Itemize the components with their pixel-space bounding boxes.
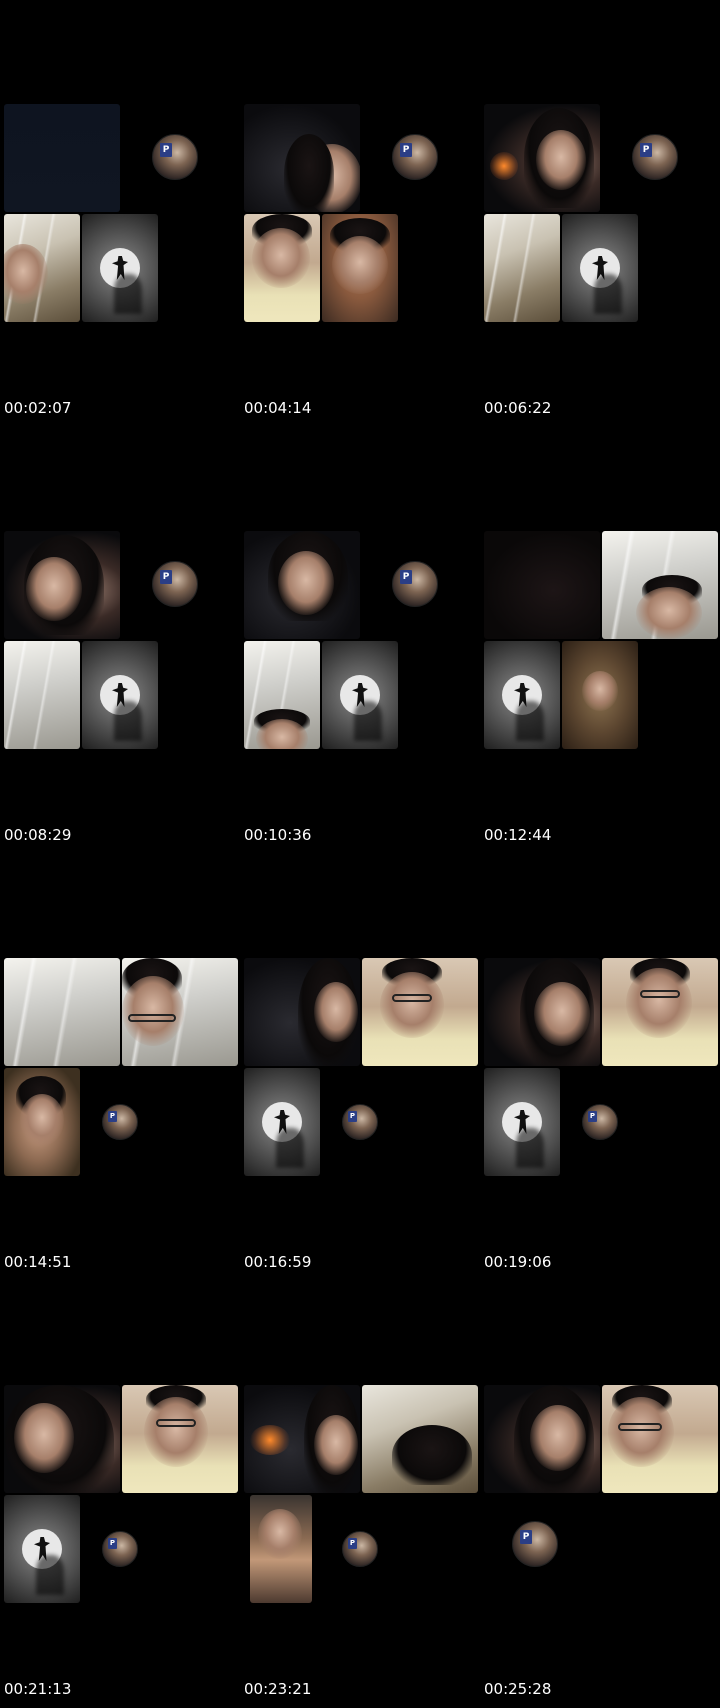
video-tile	[4, 1068, 80, 1176]
video-tile	[244, 214, 320, 322]
profile-avatar-icon: P	[342, 1531, 378, 1567]
video-tile	[4, 1495, 80, 1603]
profile-avatar-icon: P	[632, 134, 678, 180]
video-tile	[4, 214, 80, 322]
video-tile	[562, 641, 638, 749]
profile-avatar-icon: P	[392, 561, 438, 607]
video-tile	[484, 1068, 560, 1176]
contact-sheet-frame: P 00:21:13	[0, 1281, 240, 1708]
profile-avatar-icon: P	[152, 134, 198, 180]
video-tile	[82, 641, 158, 749]
video-tile	[562, 214, 638, 322]
video-tile	[4, 104, 120, 212]
timestamp: 00:25:28	[484, 1680, 552, 1698]
video-tile	[484, 641, 560, 749]
video-tile	[4, 958, 120, 1066]
silhouette-avatar-icon	[22, 1529, 62, 1569]
video-tile	[602, 1385, 718, 1493]
timestamp: 00:16:59	[244, 1253, 312, 1271]
video-tile	[484, 1385, 600, 1493]
timestamp: 00:21:13	[4, 1680, 72, 1698]
profile-avatar-icon: P	[152, 561, 198, 607]
silhouette-avatar-icon	[502, 1102, 542, 1142]
silhouette-avatar-icon	[502, 675, 542, 715]
contact-sheet-frame: P 00:06:22	[480, 0, 720, 427]
video-tile	[4, 531, 120, 639]
video-tile	[122, 958, 238, 1066]
video-tile	[4, 1385, 120, 1493]
timestamp: 00:08:29	[4, 826, 72, 844]
timestamp: 00:14:51	[4, 1253, 72, 1271]
contact-sheet-frame: P 00:25:28	[480, 1281, 720, 1708]
video-tile	[484, 104, 600, 212]
video-tile	[484, 214, 560, 322]
timestamp: 00:23:21	[244, 1680, 312, 1698]
timestamp: 00:06:22	[484, 399, 552, 417]
profile-avatar-icon: P	[102, 1104, 138, 1140]
video-tile	[322, 641, 398, 749]
profile-avatar-icon: P	[342, 1104, 378, 1140]
video-tile	[602, 958, 718, 1066]
video-tile	[250, 1495, 312, 1603]
video-tile	[484, 531, 600, 639]
contact-sheet-frame: P 00:23:21	[240, 1281, 480, 1708]
video-tile	[244, 1068, 320, 1176]
timestamp: 00:19:06	[484, 1253, 552, 1271]
timestamp: 00:12:44	[484, 826, 552, 844]
silhouette-avatar-icon	[340, 675, 380, 715]
contact-sheet-frame: P 00:19:06	[480, 854, 720, 1281]
timestamp: 00:02:07	[4, 399, 72, 417]
contact-sheet-frame: P 00:14:51	[0, 854, 240, 1281]
timestamp: 00:04:14	[244, 399, 312, 417]
contact-sheet-frame: P 00:02:07	[0, 0, 240, 427]
video-tile	[82, 214, 158, 322]
video-tile	[244, 531, 360, 639]
contact-sheet-frame: P 00:16:59	[240, 854, 480, 1281]
video-tile	[602, 531, 718, 639]
silhouette-avatar-icon	[100, 675, 140, 715]
silhouette-avatar-icon	[100, 248, 140, 288]
video-tile	[244, 641, 320, 749]
contact-sheet-frame: P 00:08:29	[0, 427, 240, 854]
video-tile	[244, 958, 360, 1066]
profile-avatar-icon: P	[512, 1521, 558, 1567]
profile-avatar-icon: P	[392, 134, 438, 180]
contact-sheet-frame: 00:12:44	[480, 427, 720, 854]
video-tile	[244, 1385, 360, 1493]
silhouette-avatar-icon	[262, 1102, 302, 1142]
contact-sheet-frame: P 00:10:36	[240, 427, 480, 854]
video-tile	[322, 214, 398, 322]
video-tile	[122, 1385, 238, 1493]
profile-avatar-icon: P	[102, 1531, 138, 1567]
silhouette-avatar-icon	[580, 248, 620, 288]
contact-sheet-frame: P 00:04:14	[240, 0, 480, 427]
video-tile	[484, 958, 600, 1066]
profile-avatar-icon: P	[582, 1104, 618, 1140]
video-tile	[362, 1385, 478, 1493]
video-tile	[4, 641, 80, 749]
video-tile	[362, 958, 478, 1066]
timestamp: 00:10:36	[244, 826, 312, 844]
video-tile	[244, 104, 360, 212]
